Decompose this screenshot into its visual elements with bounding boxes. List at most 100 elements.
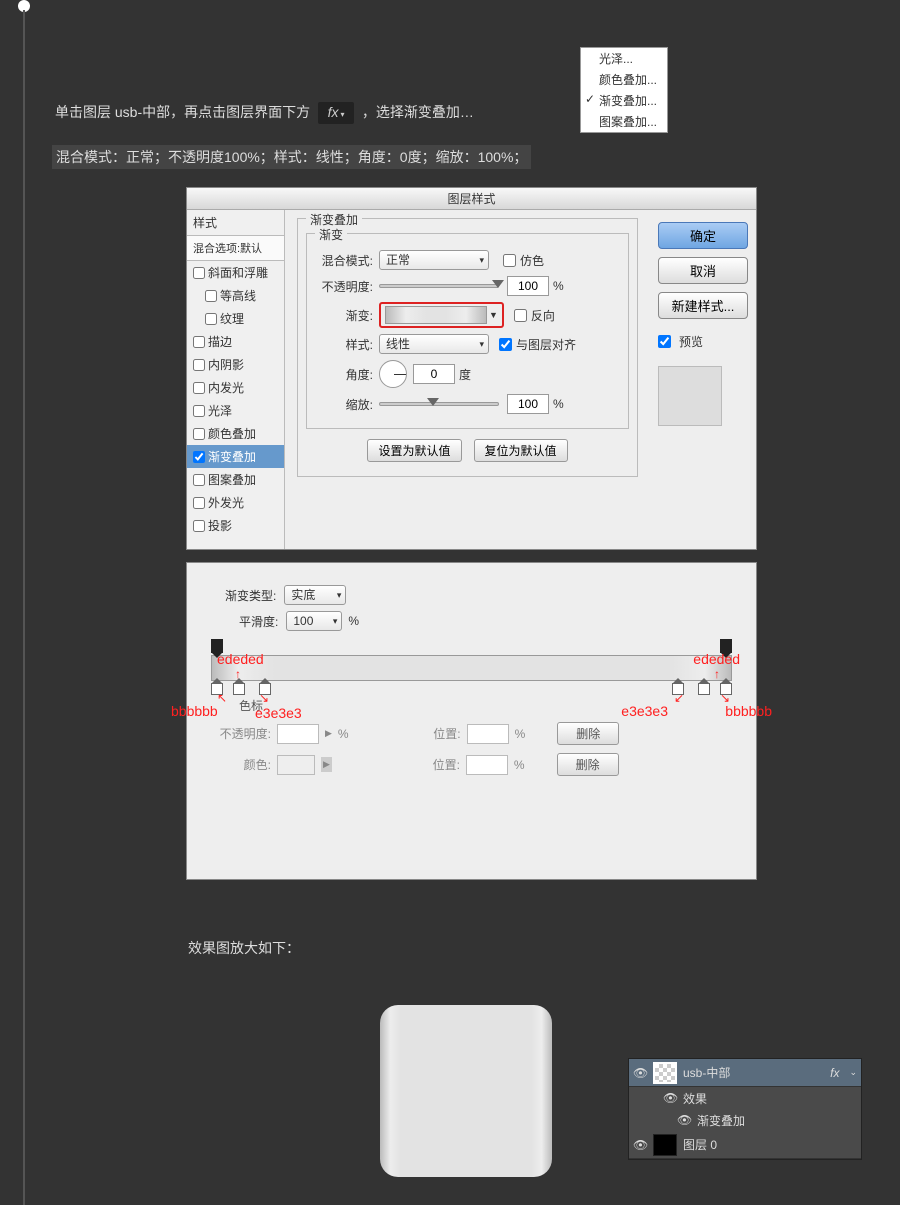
bevel-checkbox[interactable] — [193, 267, 205, 279]
layer-thumb[interactable] — [653, 1134, 677, 1156]
arrow-icon: ↘ — [259, 691, 269, 705]
opacity-slider[interactable] — [379, 284, 499, 288]
sidebar-item-texture[interactable]: 纹理 — [220, 310, 244, 327]
reset-default-button[interactable]: 复位为默认值 — [474, 439, 568, 462]
sidebar-item-inner-shadow[interactable]: 内阴影 — [208, 356, 244, 373]
menu-item-color-overlay[interactable]: 颜色叠加... — [581, 69, 667, 90]
sidebar-item-bevel[interactable]: 斜面和浮雕 — [208, 264, 268, 281]
arrow-icon: ↑ — [714, 667, 720, 681]
ok-button[interactable]: 确定 — [658, 222, 748, 249]
sidebar-item-inner-glow[interactable]: 内发光 — [208, 379, 244, 396]
gradient-highlight: ▼ — [379, 302, 504, 328]
blend-mode-select[interactable]: 正常 — [379, 250, 489, 270]
opacity-label: 不透明度: — [315, 278, 373, 295]
dither-checkbox[interactable] — [503, 254, 516, 267]
sidebar-item-color-overlay[interactable]: 颜色叠加 — [208, 425, 256, 442]
opacity-input[interactable] — [507, 276, 549, 296]
sidebar-item-outer-glow[interactable]: 外发光 — [208, 494, 244, 511]
color-stop-2[interactable] — [233, 683, 245, 695]
sidebar-header[interactable]: 样式 — [187, 210, 284, 236]
color-stop-5[interactable] — [698, 683, 710, 695]
cancel-button[interactable]: 取消 — [658, 257, 748, 284]
dither-label: 仿色 — [520, 252, 544, 269]
stroke-checkbox[interactable] — [193, 336, 205, 348]
smooth-label: 平滑度: — [239, 613, 278, 630]
visibility-icon[interactable]: 👁 — [633, 1066, 647, 1080]
angle-label: 角度: — [315, 366, 373, 383]
gradient-overlay-effect-row[interactable]: 👁 渐变叠加 — [629, 1109, 861, 1131]
visibility-icon[interactable]: 👁 — [677, 1113, 691, 1127]
pattern-overlay-checkbox[interactable] — [193, 474, 205, 486]
stop-opacity-label: 不透明度: — [211, 725, 271, 742]
stop-color-location-input[interactable] — [466, 755, 508, 775]
visibility-icon[interactable]: 👁 — [633, 1138, 647, 1152]
sidebar-item-stroke[interactable]: 描边 — [208, 333, 232, 350]
contour-checkbox[interactable] — [205, 290, 217, 302]
preview-checkbox[interactable] — [658, 335, 671, 348]
menu-item-gradient-overlay[interactable]: 渐变叠加... — [581, 90, 667, 111]
sidebar-item-pattern-overlay[interactable]: 图案叠加 — [208, 471, 256, 488]
angle-input[interactable] — [413, 364, 455, 384]
smooth-select[interactable]: 100 — [286, 611, 342, 631]
chevron-down-icon[interactable]: ▼ — [489, 310, 498, 320]
delete-opacity-stop-button[interactable]: 删除 — [557, 722, 619, 745]
preview-box — [658, 366, 722, 426]
new-style-button[interactable]: 新建样式... — [658, 292, 748, 319]
blend-options[interactable]: 混合选项:默认 — [187, 236, 284, 261]
chevron-down-icon[interactable]: ⌄ — [849, 1067, 857, 1078]
layer-name: usb-中部 — [683, 1064, 730, 1081]
menu-item-satin[interactable]: 光泽... — [581, 48, 667, 69]
stop-location-input[interactable] — [467, 724, 509, 744]
style-select[interactable]: 线性 — [379, 334, 489, 354]
drop-shadow-checkbox[interactable] — [193, 520, 205, 532]
annotation-ededed-right: ededed — [693, 651, 740, 667]
gradient-overlay-checkbox[interactable] — [193, 451, 205, 463]
gradient-editor-dialog: 渐变类型: 实底 平滑度: 100 % ededed ededed bbbbbb… — [186, 562, 757, 880]
instruction-text: 单击图层 usb-中部，再点击图层界面下方 fx ，选择渐变叠加… — [55, 102, 474, 124]
styles-sidebar: 样式 混合选项:默认 斜面和浮雕 等高线 纹理 描边 内阴影 内发光 光泽 颜色… — [187, 210, 285, 549]
make-default-button[interactable]: 设置为默认值 — [367, 439, 461, 462]
visibility-icon[interactable]: 👁 — [663, 1091, 677, 1105]
settings-main: 渐变叠加 渐变 混合模式: 正常 仿色 不透明度: % — [285, 210, 650, 549]
layers-panel: 👁 usb-中部 fx ⌄ 👁 效果 👁 渐变叠加 👁 图层 0 — [628, 1058, 862, 1160]
stop-opacity-input[interactable] — [277, 724, 319, 744]
gradient-bar[interactable]: ededed ededed bbbbbb e3e3e3 e3e3e3 bbbbb… — [211, 655, 732, 681]
fx-context-menu: 光泽... 颜色叠加... 渐变叠加... 图案叠加... — [580, 47, 668, 133]
inner-glow-checkbox[interactable] — [193, 382, 205, 394]
angle-dial[interactable] — [379, 360, 407, 388]
menu-item-pattern-overlay[interactable]: 图案叠加... — [581, 111, 667, 132]
effects-label: 效果 — [683, 1090, 707, 1107]
delete-color-stop-button[interactable]: 删除 — [557, 753, 619, 776]
layer-row-usb[interactable]: 👁 usb-中部 fx ⌄ — [629, 1059, 861, 1087]
layer-thumb[interactable] — [653, 1062, 677, 1084]
outer-glow-checkbox[interactable] — [193, 497, 205, 509]
gradient-label: 渐变: — [315, 307, 373, 324]
sidebar-item-contour[interactable]: 等高线 — [220, 287, 256, 304]
sidebar-item-satin[interactable]: 光泽 — [208, 402, 232, 419]
scale-slider[interactable] — [379, 402, 499, 406]
arrow-icon: ↘ — [720, 691, 730, 705]
fx-indicator-icon[interactable]: fx — [830, 1066, 839, 1080]
stop-color-swatch[interactable] — [277, 755, 315, 775]
layer-style-dialog: 图层样式 样式 混合选项:默认 斜面和浮雕 等高线 纹理 描边 内阴影 内发光 … — [186, 187, 757, 550]
scale-input[interactable] — [507, 394, 549, 414]
layer-row-0[interactable]: 👁 图层 0 — [629, 1131, 861, 1159]
gradient-type-select[interactable]: 实底 — [284, 585, 346, 605]
satin-checkbox[interactable] — [193, 405, 205, 417]
result-preview — [380, 1005, 552, 1177]
align-checkbox[interactable] — [499, 338, 512, 351]
sidebar-item-gradient-overlay[interactable]: 渐变叠加 — [208, 448, 256, 465]
inner-shadow-checkbox[interactable] — [193, 359, 205, 371]
gradient-legend: 渐变 — [315, 226, 347, 243]
stop-color-label: 颜色: — [211, 756, 271, 773]
arrow-icon: ↑ — [235, 667, 241, 681]
effects-row[interactable]: 👁 效果 — [629, 1087, 861, 1109]
settings-summary: 混合模式：正常；不透明度100%；样式：线性；角度：0度；缩放：100%； — [52, 145, 531, 169]
texture-checkbox[interactable] — [205, 313, 217, 325]
color-overlay-checkbox[interactable] — [193, 428, 205, 440]
blend-mode-label: 混合模式: — [315, 252, 373, 269]
sidebar-item-drop-shadow[interactable]: 投影 — [208, 517, 232, 534]
reverse-checkbox[interactable] — [514, 309, 527, 322]
reverse-label: 反向 — [531, 307, 555, 324]
gradient-swatch[interactable] — [385, 306, 487, 324]
